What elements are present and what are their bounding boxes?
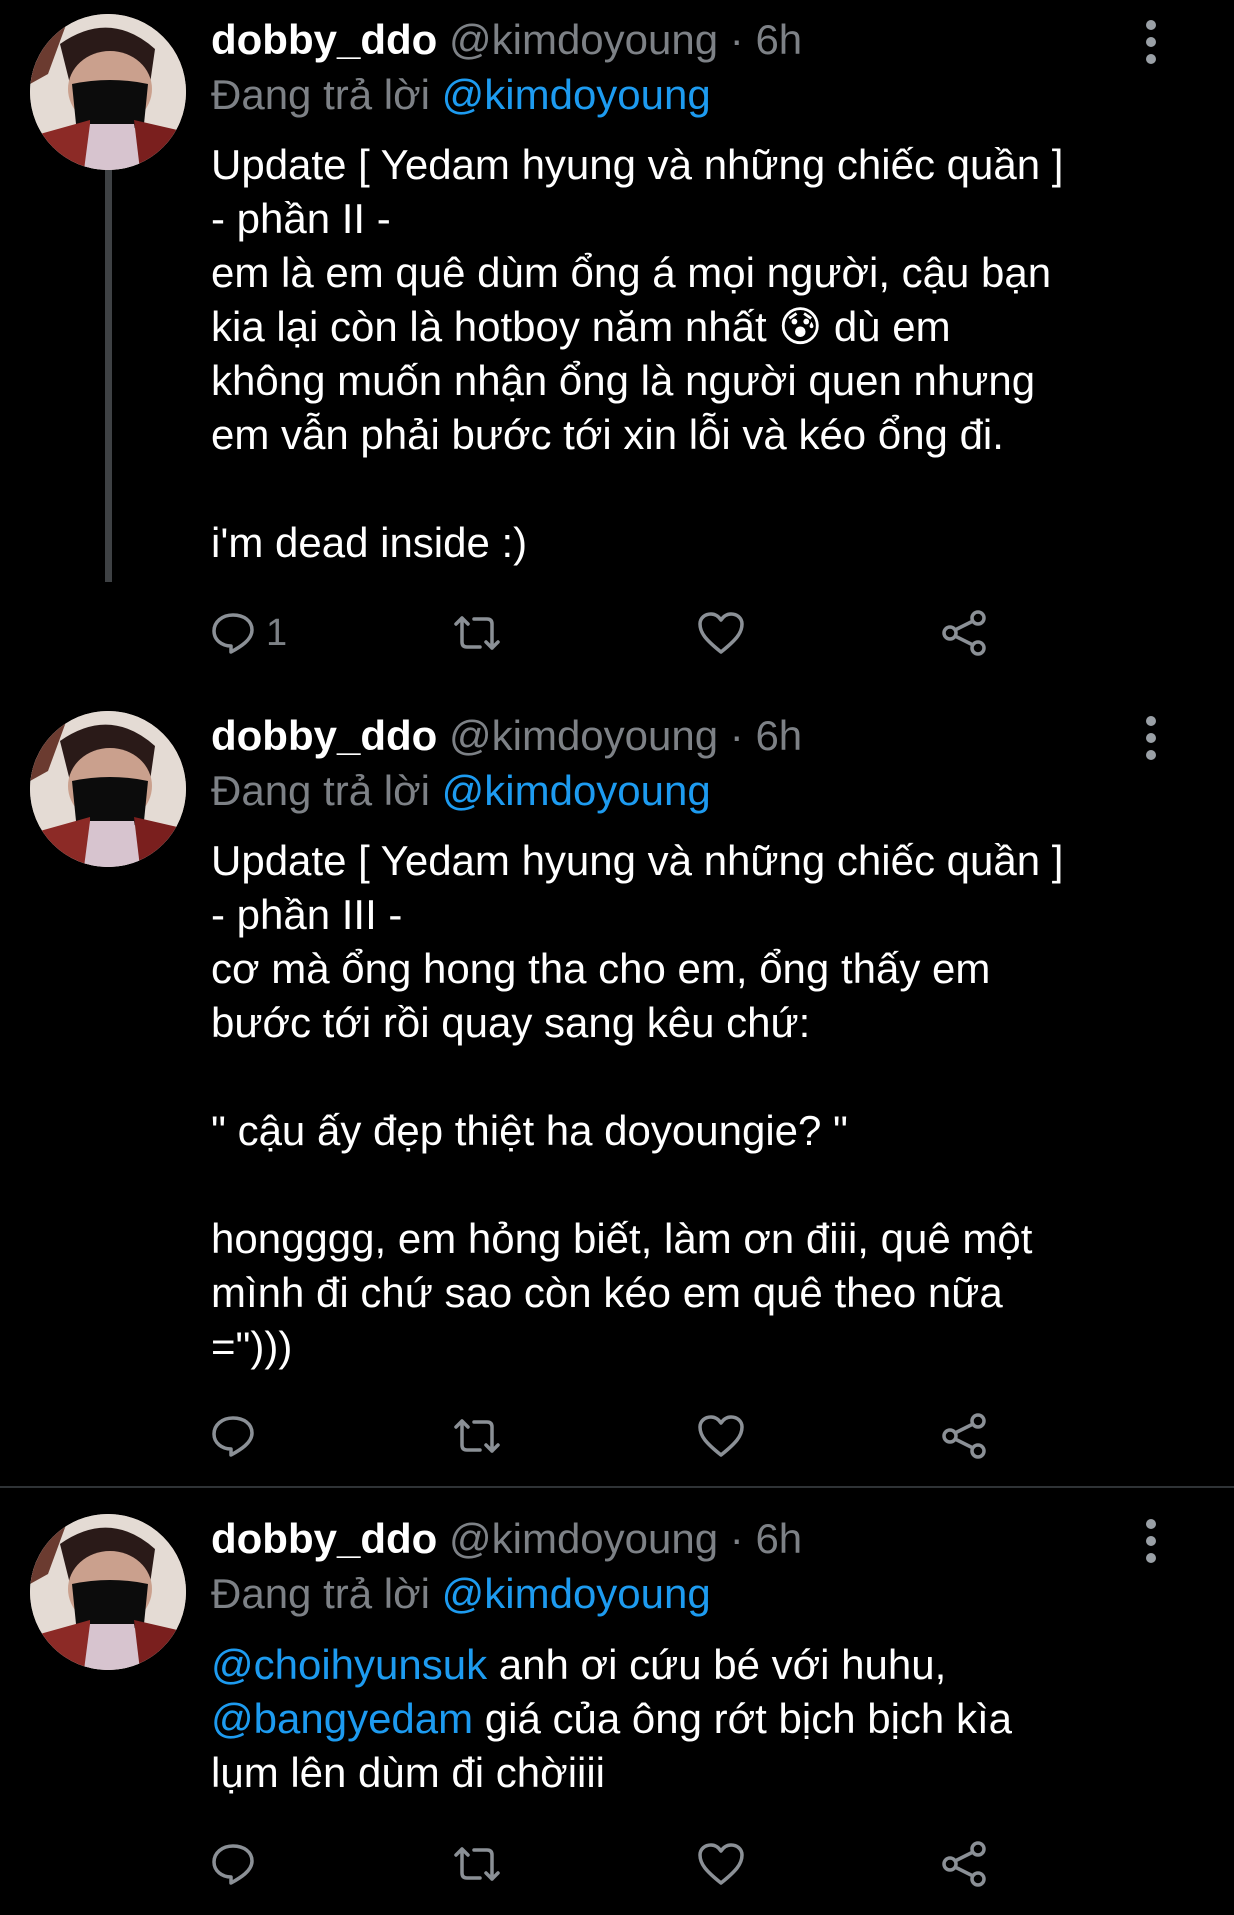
share-button[interactable]	[940, 1406, 990, 1466]
like-button[interactable]	[696, 1834, 746, 1894]
more-vertical-icon	[1146, 1519, 1156, 1563]
text-line: kia lại còn là hotboy năm nhất 😰 dù em	[211, 300, 1171, 354]
text-segment: giá của ông rớt bịch bịch kìa	[473, 1695, 1012, 1742]
retweet-button[interactable]	[450, 1834, 504, 1894]
avatar-image	[30, 711, 186, 867]
like-button[interactable]	[696, 1406, 746, 1466]
separator-dot: ·	[729, 712, 744, 759]
tweet-2[interactable]: dobby_ddo @kimdoyoung · 6h Đang trả lời …	[0, 700, 1234, 1480]
text-line: cơ mà ổng hong tha cho em, ổng thấy em	[211, 945, 991, 992]
text-line	[211, 462, 1171, 516]
text-line: @choihyunsuk anh ơi cứu bé với huhu,	[211, 1638, 1171, 1692]
reply-to-mention[interactable]: @kimdoyoung	[442, 767, 711, 814]
mention-link[interactable]: @bangyedam	[211, 1695, 473, 1742]
retweet-button[interactable]	[450, 603, 504, 663]
display-name[interactable]: dobby_ddo	[211, 16, 437, 63]
separator-dot: ·	[729, 16, 744, 63]
display-name[interactable]: dobby_ddo	[211, 712, 437, 759]
anxious-face-emoji: 😰	[778, 303, 823, 350]
avatar[interactable]	[30, 14, 186, 170]
timestamp[interactable]: 6h	[755, 1515, 802, 1562]
action-bar: 1	[210, 603, 1010, 663]
text-segment: dù em	[833, 303, 951, 350]
timestamp[interactable]: 6h	[755, 712, 802, 759]
more-vertical-icon	[1146, 716, 1156, 760]
text-line: Update [ Yedam hyung và những chiếc quần…	[211, 837, 1064, 884]
text-line: " cậu ấy đẹp thiệt ha doyoungie? "	[211, 1107, 848, 1154]
text-line: i'm dead inside :)	[211, 519, 528, 566]
avatar[interactable]	[30, 711, 186, 867]
text-line: em là em quê dùm ổng á mọi người, cậu bạ…	[211, 249, 1052, 296]
share-button[interactable]	[940, 1834, 990, 1894]
tweet-divider	[0, 1486, 1234, 1488]
tweet-1[interactable]: dobby_ddo @kimdoyoung · 6h Đang trả lời …	[0, 0, 1234, 700]
reply-bubble-icon	[212, 1844, 254, 1885]
reply-context: Đang trả lời @kimdoyoung	[211, 763, 711, 819]
action-bar	[210, 1406, 1010, 1466]
heart-icon	[698, 1843, 744, 1885]
more-options-button[interactable]	[1137, 1517, 1165, 1565]
mention-link[interactable]: @choihyunsuk	[211, 1641, 487, 1688]
retweet-icon	[454, 1419, 500, 1453]
retweet-icon	[454, 616, 500, 650]
reply-to-mention[interactable]: @kimdoyoung	[442, 71, 711, 118]
share-icon	[942, 1413, 986, 1459]
text-line	[211, 1050, 1171, 1104]
text-line: @bangyedam giá của ông rớt bịch bịch kìa	[211, 1692, 1171, 1746]
tweet-text: @choihyunsuk anh ơi cứu bé với huhu, @ba…	[211, 1638, 1171, 1800]
display-name[interactable]: dobby_ddo	[211, 1515, 437, 1562]
share-icon	[942, 610, 986, 656]
separator-dot: ·	[729, 1515, 744, 1562]
reply-to-mention[interactable]: @kimdoyoung	[442, 1570, 711, 1617]
more-options-button[interactable]	[1137, 714, 1165, 762]
tweet-header: dobby_ddo @kimdoyoung · 6h	[211, 706, 802, 766]
more-vertical-icon	[1146, 20, 1156, 64]
reply-context: Đang trả lời @kimdoyoung	[211, 67, 711, 123]
text-line: mình đi chứ sao còn kéo em quê theo nữa	[211, 1269, 1003, 1316]
reply-prefix: Đang trả lời	[211, 1570, 430, 1617]
heart-icon	[698, 612, 744, 654]
heart-icon	[698, 1415, 744, 1457]
avatar-image	[30, 14, 186, 170]
reply-prefix: Đang trả lời	[211, 767, 430, 814]
text-segment: anh ơi cứu bé với huhu,	[487, 1641, 947, 1688]
text-line: lụm lên dùm đi chờiiii	[211, 1749, 606, 1796]
text-line: - phần III -	[211, 891, 403, 938]
tweet-3[interactable]: dobby_ddo @kimdoyoung · 6h Đang trả lời …	[0, 1500, 1234, 1915]
user-handle[interactable]: @kimdoyoung	[449, 16, 718, 63]
timestamp[interactable]: 6h	[755, 16, 802, 63]
reply-context: Đang trả lời @kimdoyoung	[211, 1566, 711, 1622]
avatar-image	[30, 1514, 186, 1670]
text-line: =")))	[211, 1323, 293, 1370]
reply-count: 1	[266, 611, 288, 654]
like-button[interactable]	[696, 603, 746, 663]
tweet-text: Update [ Yedam hyung và những chiếc quần…	[211, 138, 1171, 570]
reply-prefix: Đang trả lời	[211, 71, 430, 118]
text-line: Update [ Yedam hyung và những chiếc quần…	[211, 141, 1064, 188]
tweet-text: Update [ Yedam hyung và những chiếc quần…	[211, 834, 1171, 1374]
text-line: không muốn nhận ổng là người quen nhưng	[211, 357, 1036, 404]
user-handle[interactable]: @kimdoyoung	[449, 1515, 718, 1562]
tweet-header: dobby_ddo @kimdoyoung · 6h	[211, 10, 802, 70]
reply-bubble-icon	[212, 1416, 254, 1457]
avatar[interactable]	[30, 1514, 186, 1670]
reply-button[interactable]	[210, 1406, 266, 1466]
reply-bubble-icon	[212, 613, 254, 654]
share-icon	[942, 1841, 986, 1887]
tweet-header: dobby_ddo @kimdoyoung · 6h	[211, 1509, 802, 1569]
text-line	[211, 1158, 1171, 1212]
share-button[interactable]	[940, 603, 990, 663]
more-options-button[interactable]	[1137, 18, 1165, 66]
user-handle[interactable]: @kimdoyoung	[449, 712, 718, 759]
retweet-button[interactable]	[450, 1406, 504, 1466]
text-line: hongggg, em hỏng biết, làm ơn điii, quê …	[211, 1215, 1033, 1262]
reply-button[interactable]	[210, 1834, 266, 1894]
text-line: - phần II -	[211, 195, 391, 242]
reply-button[interactable]: 1	[210, 603, 287, 663]
action-bar	[210, 1834, 1010, 1894]
text-segment: kia lại còn là hotboy năm nhất	[211, 303, 767, 350]
text-line: bước tới rồi quay sang kêu chứ:	[211, 999, 811, 1046]
retweet-icon	[454, 1847, 500, 1881]
text-line: em vẫn phải bước tới xin lỗi và kéo ổng …	[211, 411, 1004, 458]
